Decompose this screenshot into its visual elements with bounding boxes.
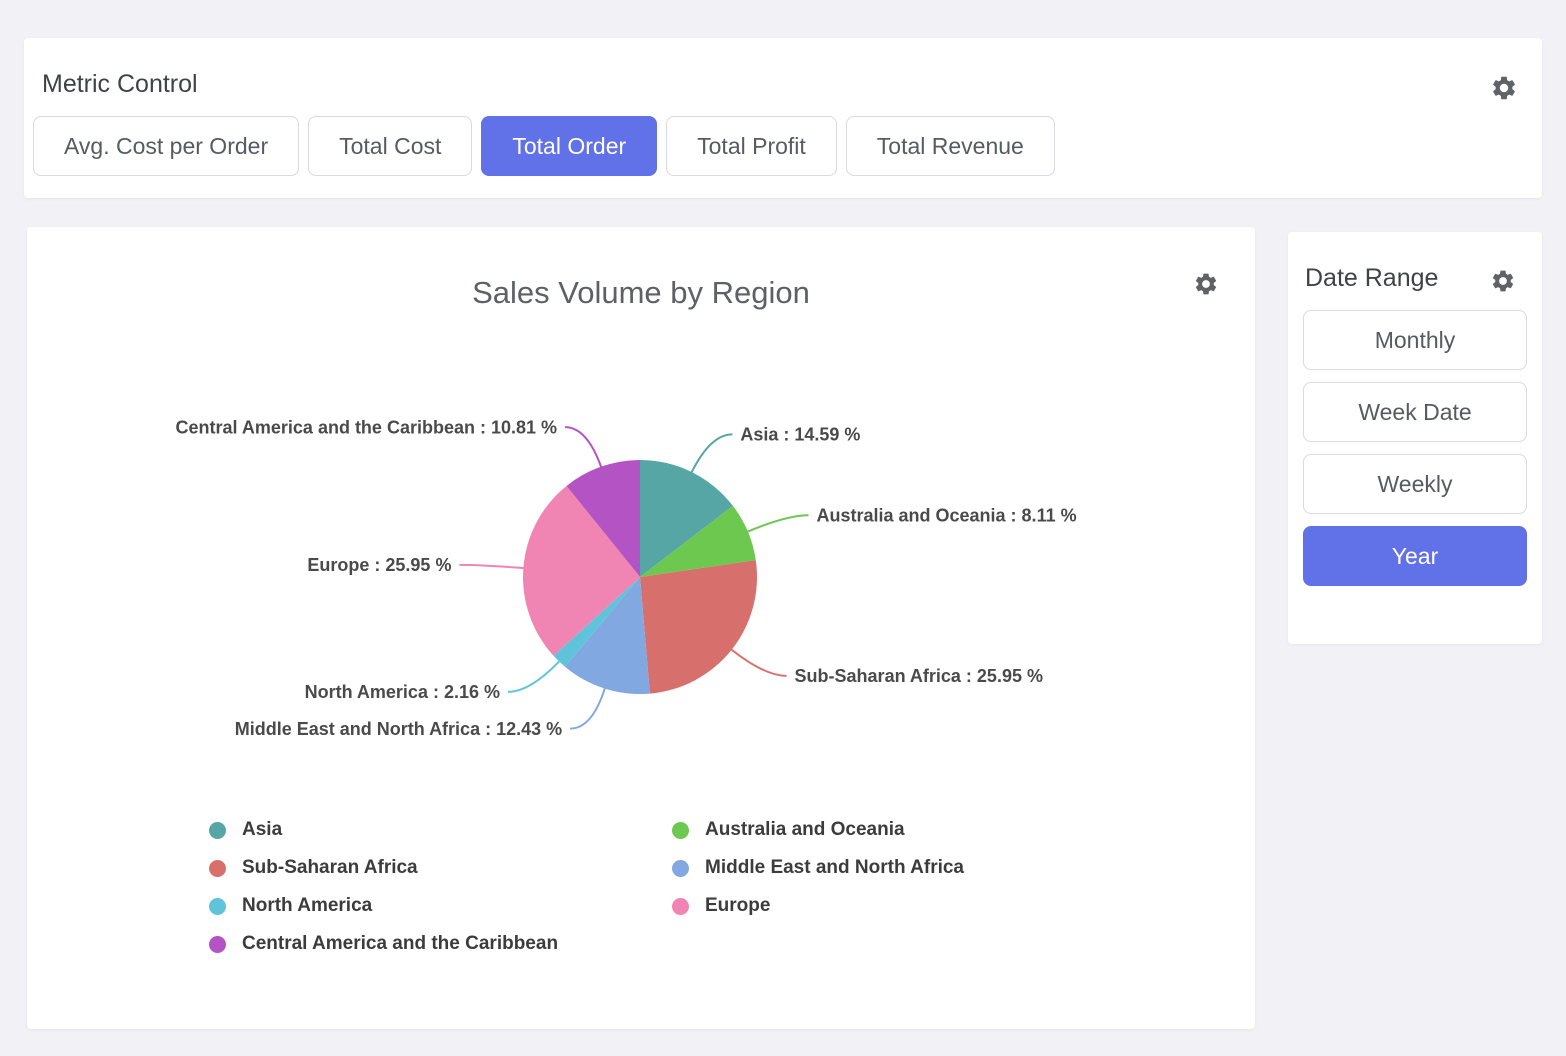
legend-item-sub-saharan-africa[interactable]: Sub-Saharan Africa xyxy=(209,849,558,887)
legend-marker-icon xyxy=(209,936,226,953)
gear-icon xyxy=(1193,271,1219,297)
chart-card: Asia : 14.59 % Australia and Oceania : 8.… xyxy=(27,227,1255,1029)
date-range-card: Date Range Monthly Week Date Weekly Year xyxy=(1288,232,1542,644)
metric-control-card: Metric Control Avg. Cost per OrderTotal … xyxy=(24,38,1542,198)
pie-label-australia-and-oceania: Australia and Oceania : 8.11 % xyxy=(816,505,1076,525)
gear-icon xyxy=(1490,268,1516,294)
pie-label-line xyxy=(691,434,732,473)
date-range-settings-button[interactable] xyxy=(1490,268,1516,294)
legend-label: Europe xyxy=(705,895,770,917)
metric-button-total-order[interactable]: Total Order xyxy=(481,116,657,176)
legend-item-australia-and-oceania[interactable]: Australia and Oceania xyxy=(672,811,964,849)
metric-control-title: Metric Control xyxy=(42,70,198,99)
pie-label-line xyxy=(508,661,560,692)
pie-label-central-america-and-the-caribbean: Central America and the Caribbean : 10.8… xyxy=(176,417,557,437)
chart-legend-column-2: Australia and Oceania Middle East and Nor… xyxy=(672,811,964,925)
chart-settings-button[interactable] xyxy=(1193,271,1219,297)
pie-label-line xyxy=(747,515,809,532)
legend-label: North America xyxy=(242,895,372,917)
metric-button-avg-cost-per-order[interactable]: Avg. Cost per Order xyxy=(33,116,299,176)
legend-item-europe[interactable]: Europe xyxy=(672,887,964,925)
pie-label-line xyxy=(570,688,605,729)
date-range-title: Date Range xyxy=(1305,264,1438,293)
legend-marker-icon xyxy=(672,822,689,839)
metric-button-total-revenue[interactable]: Total Revenue xyxy=(846,116,1055,176)
pie-label-asia: Asia : 14.59 % xyxy=(740,425,860,445)
gear-icon xyxy=(1490,74,1518,102)
legend-item-north-america[interactable]: North America xyxy=(209,887,558,925)
chart-title: Sales Volume by Region xyxy=(27,275,1255,311)
legend-label: Asia xyxy=(242,819,282,841)
chart-legend-column-1: Asia Sub-Saharan Africa North America Centr… xyxy=(209,811,558,963)
pie-chart: Asia : 14.59 % Australia and Oceania : 8.… xyxy=(27,227,1255,797)
legend-marker-icon xyxy=(672,898,689,915)
date-range-button-weekly[interactable]: Weekly xyxy=(1303,454,1527,514)
date-range-button-week-date[interactable]: Week Date xyxy=(1303,382,1527,442)
date-range-button-monthly[interactable]: Monthly xyxy=(1303,310,1527,370)
metric-button-total-cost[interactable]: Total Cost xyxy=(308,116,472,176)
pie-label-europe: Europe : 25.95 % xyxy=(307,555,451,575)
date-range-button-year[interactable]: Year xyxy=(1303,526,1527,586)
legend-item-central-america-and-the-caribbean[interactable]: Central America and the Caribbean xyxy=(209,925,558,963)
metric-button-total-profit[interactable]: Total Profit xyxy=(666,116,837,176)
pie-label-line xyxy=(565,427,601,468)
legend-label: Middle East and North Africa xyxy=(705,857,964,879)
legend-marker-icon xyxy=(209,898,226,915)
pie-label-line xyxy=(731,649,787,676)
metric-settings-button[interactable] xyxy=(1490,74,1518,102)
legend-item-middle-east-and-north-africa[interactable]: Middle East and North Africa xyxy=(672,849,964,887)
legend-item-asia[interactable]: Asia xyxy=(209,811,558,849)
legend-label: Sub-Saharan Africa xyxy=(242,857,418,879)
pie-label-middle-east-and-north-africa: Middle East and North Africa : 12.43 % xyxy=(235,719,562,739)
legend-marker-icon xyxy=(209,860,226,877)
legend-marker-icon xyxy=(672,860,689,877)
pie-label-line xyxy=(459,565,524,568)
legend-label: Central America and the Caribbean xyxy=(242,933,558,955)
pie-label-north-america: North America : 2.16 % xyxy=(305,682,500,702)
pie-label-sub-saharan-africa: Sub-Saharan Africa : 25.95 % xyxy=(795,666,1043,686)
pie-slice-sub-saharan-africa[interactable] xyxy=(640,560,757,693)
metric-buttons: Avg. Cost per OrderTotal CostTotal Order… xyxy=(33,116,1055,176)
legend-label: Australia and Oceania xyxy=(705,819,905,841)
date-range-buttons: Monthly Week Date Weekly Year xyxy=(1303,310,1527,586)
legend-marker-icon xyxy=(209,822,226,839)
